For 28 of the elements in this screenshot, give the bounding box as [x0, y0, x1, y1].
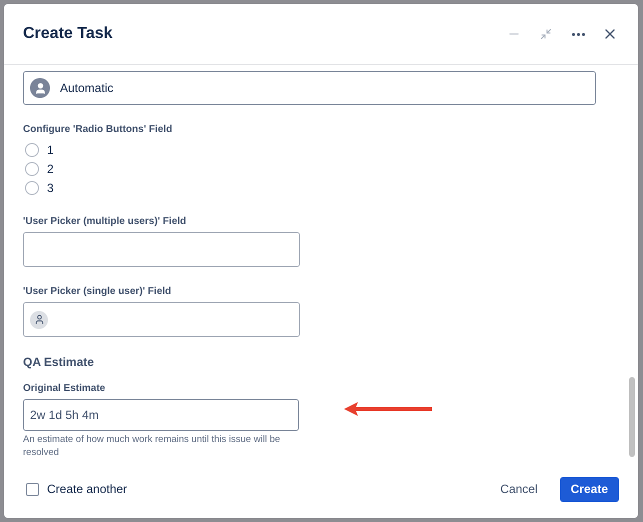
avatar-icon	[30, 78, 50, 98]
assignee-value: Automatic	[60, 81, 114, 95]
cancel-button[interactable]: Cancel	[490, 476, 548, 502]
radio-button[interactable]	[25, 162, 39, 176]
radio-label: 2	[47, 162, 54, 176]
section-title: QA Estimate	[23, 355, 95, 369]
more-icon	[572, 32, 584, 36]
assignee-field[interactable]: Automatic	[23, 71, 596, 105]
user-icon	[30, 310, 48, 328]
help-text: An estimate of how much work remains until this issue will be resolved	[23, 433, 282, 459]
radio-label: 3	[47, 180, 54, 194]
collapse-icon	[540, 28, 552, 40]
radio-button[interactable]	[25, 142, 39, 156]
field-label: Configure 'Radio Buttons' Field	[23, 124, 174, 135]
radio-button[interactable]	[25, 180, 39, 194]
radio-label: 1	[47, 142, 54, 156]
user-picker-field[interactable]	[23, 232, 300, 267]
field-label: Original Estimate	[23, 383, 106, 394]
field-label: 'User Picker (multiple users)' Field	[23, 216, 188, 227]
field-label: 'User Picker (single user)' Field	[23, 286, 172, 297]
checkbox-label: Create another	[47, 482, 128, 496]
checkbox[interactable]	[26, 482, 39, 496]
create-button[interactable]: Create	[560, 476, 619, 502]
estimate-value: 2w 1d 5h 4m	[30, 408, 99, 422]
scrollbar-thumb[interactable]	[629, 377, 635, 457]
user-picker-field[interactable]	[23, 302, 300, 337]
dialog-title: Create Task	[23, 25, 114, 43]
estimate-field[interactable]: 2w 1d 5h 4m	[23, 399, 299, 431]
